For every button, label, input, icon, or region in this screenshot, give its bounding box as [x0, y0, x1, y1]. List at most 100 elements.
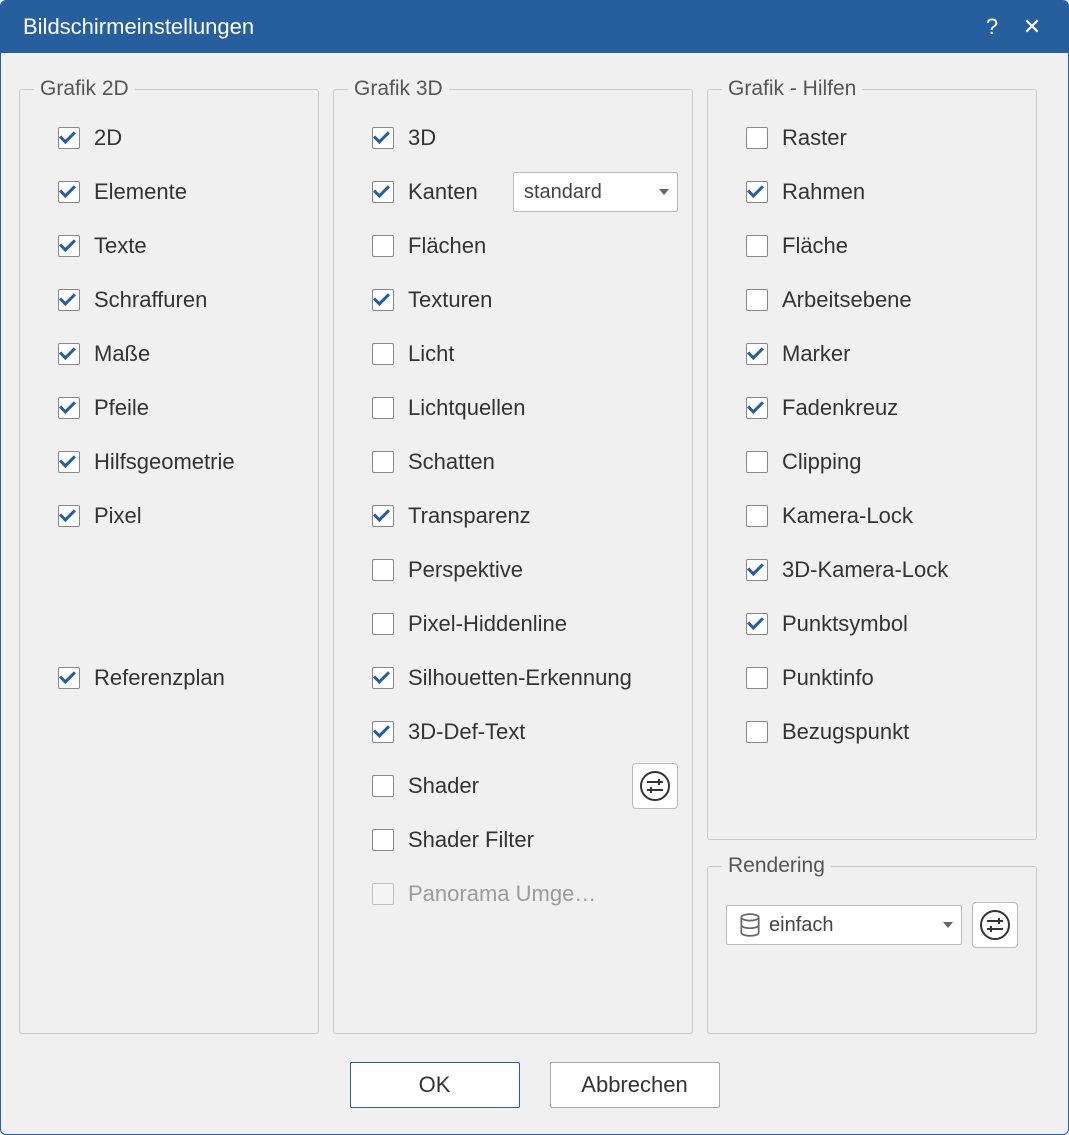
select-kanten-style[interactable]: standard [513, 172, 678, 212]
legend-rendering: Rendering [722, 854, 831, 878]
sliders-icon [979, 909, 1011, 941]
checkbox-masse[interactable] [58, 343, 80, 365]
row-pixel-hiddenline: Pixel-Hiddenline [348, 597, 678, 651]
checkbox-shader[interactable] [372, 775, 394, 797]
select-rendering-mode[interactable]: einfach [726, 905, 962, 945]
checkbox-kanten[interactable] [372, 181, 394, 203]
label-arbeitsebene: Arbeitsebene [782, 287, 912, 313]
checkbox-panorama [372, 883, 394, 905]
checkbox-schatten[interactable] [372, 451, 394, 473]
row-texturen: Texturen [348, 273, 678, 327]
checkbox-hilfsgeometrie[interactable] [58, 451, 80, 473]
checkbox-licht[interactable] [372, 343, 394, 365]
row-masse: Maße [34, 327, 304, 381]
checkbox-perspektive[interactable] [372, 559, 394, 581]
row-flaechen: Flächen [348, 219, 678, 273]
checkbox-bezugspunkt[interactable] [746, 721, 768, 743]
checkbox-pixel-hiddenline[interactable] [372, 613, 394, 635]
label-panorama: Panorama Umge… [408, 881, 596, 907]
checkbox-transparenz[interactable] [372, 505, 394, 527]
row-pixel: Pixel [34, 489, 304, 543]
select-kanten-value: standard [524, 181, 602, 204]
row-punktinfo: Punktinfo [722, 651, 1022, 705]
checkbox-referenzplan[interactable] [58, 667, 80, 689]
label-silhouetten: Silhouetten-Erkennung [408, 665, 632, 691]
checkbox-flaechen[interactable] [372, 235, 394, 257]
label-3d-kamera-lock: 3D-Kamera-Lock [782, 557, 948, 583]
row-texte: Texte [34, 219, 304, 273]
content: Grafik 2D 2D Elemente Texte Schraffuren [1, 53, 1068, 1044]
label-kamera-lock: Kamera-Lock [782, 503, 913, 529]
label-marker: Marker [782, 341, 850, 367]
checkbox-kamera-lock[interactable] [746, 505, 768, 527]
row-shader-filter: Shader Filter [348, 813, 678, 867]
row-licht: Licht [348, 327, 678, 381]
label-shader: Shader [408, 773, 479, 799]
row-punktsymbol: Punktsymbol [722, 597, 1022, 651]
label-referenzplan: Referenzplan [94, 665, 225, 691]
label-hilfsgeometrie: Hilfsgeometrie [94, 449, 235, 475]
label-3d-def-text: 3D-Def-Text [408, 719, 525, 745]
row-lichtquellen: Lichtquellen [348, 381, 678, 435]
col-grafik-2d: Grafik 2D 2D Elemente Texte Schraffuren [19, 77, 319, 1034]
checkbox-lichtquellen[interactable] [372, 397, 394, 419]
label-texte: Texte [94, 233, 147, 259]
row-schatten: Schatten [348, 435, 678, 489]
row-silhouetten: Silhouetten-Erkennung [348, 651, 678, 705]
titlebar: Bildschirmeinstellungen ? ✕ [1, 1, 1068, 53]
chevron-down-icon [659, 189, 669, 195]
dialog: Bildschirmeinstellungen ? ✕ Grafik 2D 2D… [0, 0, 1069, 1135]
checkbox-3d[interactable] [372, 127, 394, 149]
group-grafik-2d: Grafik 2D 2D Elemente Texte Schraffuren [19, 77, 319, 1034]
label-punktinfo: Punktinfo [782, 665, 874, 691]
row-referenzplan: Referenzplan [34, 651, 304, 705]
group-grafik-3d: Grafik 3D 3D Kanten standard Flächen [333, 77, 693, 1034]
row-rahmen: Rahmen [722, 165, 1022, 219]
checkbox-flaeche[interactable] [746, 235, 768, 257]
shader-settings-button[interactable] [632, 763, 678, 809]
row-marker: Marker [722, 327, 1022, 381]
row-raster: Raster [722, 111, 1022, 165]
checkbox-texte[interactable] [58, 235, 80, 257]
checkbox-elemente[interactable] [58, 181, 80, 203]
checkbox-3d-kamera-lock[interactable] [746, 559, 768, 581]
row-3d-kamera-lock: 3D-Kamera-Lock [722, 543, 1022, 597]
checkbox-fadenkreuz[interactable] [746, 397, 768, 419]
label-shader-filter: Shader Filter [408, 827, 534, 853]
row-perspektive: Perspektive [348, 543, 678, 597]
row-pfeile: Pfeile [34, 381, 304, 435]
label-flaeche: Fläche [782, 233, 848, 259]
checkbox-rahmen[interactable] [746, 181, 768, 203]
checkbox-silhouetten[interactable] [372, 667, 394, 689]
help-button[interactable]: ? [972, 7, 1012, 47]
checkbox-shader-filter[interactable] [372, 829, 394, 851]
label-pixel: Pixel [94, 503, 142, 529]
checkbox-2d[interactable] [58, 127, 80, 149]
rendering-settings-button[interactable] [972, 902, 1018, 948]
checkbox-3d-def-text[interactable] [372, 721, 394, 743]
label-schraffuren: Schraffuren [94, 287, 207, 313]
row-schraffuren: Schraffuren [34, 273, 304, 327]
checkbox-pfeile[interactable] [58, 397, 80, 419]
checkbox-punktsymbol[interactable] [746, 613, 768, 635]
checkbox-pixel[interactable] [58, 505, 80, 527]
row-transparenz: Transparenz [348, 489, 678, 543]
ok-button[interactable]: OK [350, 1062, 520, 1108]
checkbox-marker[interactable] [746, 343, 768, 365]
label-licht: Licht [408, 341, 454, 367]
checkbox-schraffuren[interactable] [58, 289, 80, 311]
checkbox-clipping[interactable] [746, 451, 768, 473]
checkbox-arbeitsebene[interactable] [746, 289, 768, 311]
group-rendering: Rendering einfach [707, 854, 1037, 1034]
label-lichtquellen: Lichtquellen [408, 395, 525, 421]
checkbox-raster[interactable] [746, 127, 768, 149]
legend-grafik-3d: Grafik 3D [348, 77, 449, 101]
label-elemente: Elemente [94, 179, 187, 205]
checkbox-punktinfo[interactable] [746, 667, 768, 689]
label-perspektive: Perspektive [408, 557, 523, 583]
button-bar: OK Abbrechen [1, 1044, 1068, 1134]
row-bezugspunkt: Bezugspunkt [722, 705, 1022, 759]
cancel-button[interactable]: Abbrechen [550, 1062, 720, 1108]
close-button[interactable]: ✕ [1012, 7, 1052, 47]
checkbox-texturen[interactable] [372, 289, 394, 311]
